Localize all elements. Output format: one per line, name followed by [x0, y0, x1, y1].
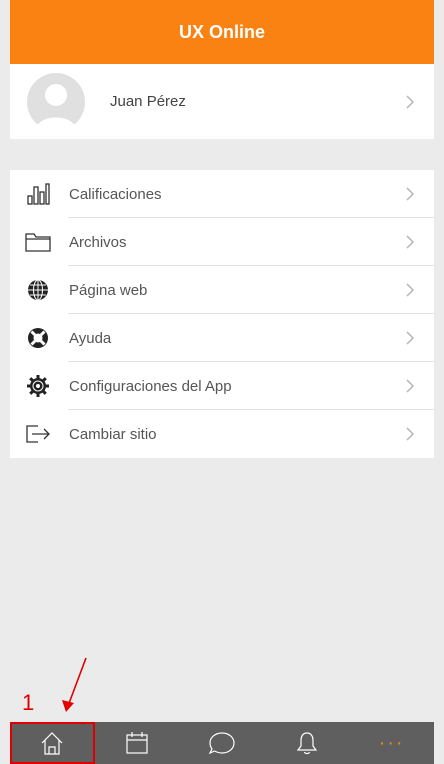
chevron-right-icon	[406, 331, 415, 345]
menu-item-configuraciones[interactable]: Configuraciones del App	[10, 362, 434, 410]
globe-icon	[24, 276, 52, 304]
folder-icon	[24, 228, 52, 256]
chevron-right-icon	[406, 283, 415, 297]
gear-icon	[24, 372, 52, 400]
menu-item-label: Cambiar sitio	[69, 425, 157, 443]
chevron-right-icon	[406, 427, 415, 441]
app-header: UX Online	[10, 0, 434, 64]
menu-item-label: Calificaciones	[69, 185, 162, 203]
more-dots-icon: ···	[378, 732, 405, 754]
bar-chart-icon	[24, 180, 52, 208]
menu-item-cambiar-sitio[interactable]: Cambiar sitio	[10, 410, 434, 458]
menu-item-ayuda[interactable]: Ayuda	[10, 314, 434, 362]
chevron-right-icon	[406, 235, 415, 249]
annotation-number: 1	[22, 690, 35, 715]
tab-notifications[interactable]	[264, 722, 349, 764]
bell-icon	[296, 732, 317, 755]
tab-calendar[interactable]	[95, 722, 180, 764]
chat-bubble-icon	[208, 732, 235, 755]
lifebuoy-icon	[24, 324, 52, 352]
home-icon	[41, 732, 63, 755]
menu-item-label: Configuraciones del App	[69, 377, 232, 395]
annotation-arrow-icon	[62, 657, 87, 712]
menu-item-archivos[interactable]: Archivos	[10, 218, 434, 266]
avatar	[27, 72, 85, 131]
menu-item-label: Ayuda	[69, 329, 112, 347]
menu-item-pagina-web[interactable]: Página web	[10, 266, 434, 314]
calendar-icon	[126, 732, 148, 754]
menu-list: Calificaciones Archivos Página web Ayuda…	[10, 170, 434, 458]
chevron-right-icon	[406, 94, 415, 109]
tab-home[interactable]	[10, 722, 95, 764]
menu-item-label: Archivos	[69, 233, 127, 251]
tab-bar: ···	[10, 722, 434, 764]
section-spacer	[10, 139, 434, 170]
menu-item-calificaciones[interactable]: Calificaciones	[10, 170, 434, 218]
exit-arrow-icon	[24, 420, 52, 448]
chevron-right-icon	[406, 379, 415, 393]
app-title: UX Online	[178, 21, 265, 42]
profile-name: Juan Pérez	[110, 93, 186, 110]
tab-messages[interactable]	[180, 722, 265, 764]
tab-more[interactable]: ···	[349, 722, 434, 764]
menu-item-label: Página web	[69, 281, 148, 299]
profile-row[interactable]: Juan Pérez	[10, 64, 434, 140]
chevron-right-icon	[406, 187, 415, 201]
